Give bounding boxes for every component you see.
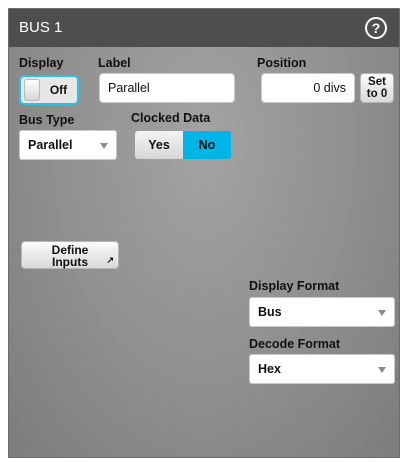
decode-format-dropdown[interactable]: Hex <box>249 354 395 384</box>
label-field-label: Label <box>98 56 131 70</box>
clocked-data-label: Clocked Data <box>131 111 211 125</box>
display-state: Off <box>49 83 68 97</box>
set-to-zero-button[interactable]: Set to 0 <box>360 73 394 103</box>
display-format-value: Bus <box>258 305 282 319</box>
toggle-knob <box>24 79 40 101</box>
decode-format-value: Hex <box>258 362 281 376</box>
decode-format-label: Decode Format <box>249 337 340 351</box>
help-icon[interactable]: ? <box>365 17 387 39</box>
chevron-down-icon <box>378 367 386 373</box>
display-toggle[interactable]: Off <box>19 75 79 105</box>
clocked-no-option[interactable]: No <box>183 131 231 159</box>
chevron-down-icon <box>378 310 386 316</box>
display-format-label: Display Format <box>249 279 340 293</box>
title-bar: BUS 1 ? <box>9 9 399 47</box>
position-input[interactable]: 0 divs <box>261 73 355 103</box>
panel-title: BUS 1 <box>19 19 63 36</box>
external-link-icon: ↗ <box>106 255 114 265</box>
display-label: Display <box>19 56 64 70</box>
position-value: 0 divs <box>313 81 346 95</box>
label-input-value: Parallel <box>108 81 150 95</box>
bus-type-value: Parallel <box>28 138 73 152</box>
display-format-dropdown[interactable]: Bus <box>249 297 395 327</box>
label-input[interactable]: Parallel <box>99 73 235 103</box>
chevron-down-icon <box>100 143 108 149</box>
clocked-data-toggle: Yes No <box>135 131 231 159</box>
position-label: Position <box>257 56 307 70</box>
bus-type-dropdown[interactable]: Parallel <box>19 130 117 160</box>
define-inputs-label: Define Inputs <box>51 243 89 269</box>
bus-config-panel: BUS 1 ? Display Off Label Parallel Posit… <box>8 8 400 458</box>
bus-type-label: Bus Type <box>19 113 75 127</box>
define-inputs-button[interactable]: Define Inputs ↗ <box>21 241 119 269</box>
clocked-yes-option[interactable]: Yes <box>135 131 183 159</box>
